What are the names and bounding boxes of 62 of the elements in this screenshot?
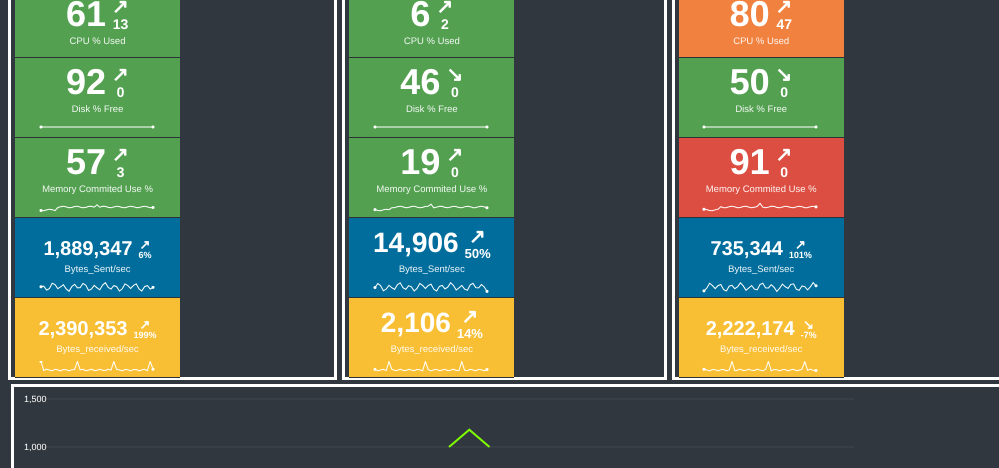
- trend-delta: 13: [112, 16, 128, 31]
- trend-arrow: ↗: [112, 64, 130, 85]
- trend-arrow: ↗: [776, 144, 793, 165]
- metric-value: 91: [730, 144, 770, 180]
- metric-value: 735,344: [710, 238, 783, 259]
- metric-label: Bytes_received/sec: [56, 342, 139, 357]
- metric-value: 1,889,347: [44, 238, 132, 259]
- metric-label: CPU % Used: [733, 34, 790, 49]
- y-axis-label: 1,500: [24, 394, 47, 404]
- metric-label: Memory Commited Use %: [706, 182, 817, 197]
- trend-arrow: ↗: [112, 144, 130, 165]
- metric-value: 46: [400, 64, 440, 100]
- trend-delta: 6%: [138, 250, 152, 260]
- trend-arrow: ↗: [776, 0, 793, 17]
- metric-label: CPU % Used: [404, 34, 460, 49]
- trend-delta: 0: [450, 164, 459, 179]
- metric-value: 80: [730, 0, 770, 32]
- trend-arrow: ↗: [446, 144, 464, 165]
- metric-value: 2,106: [380, 309, 451, 338]
- trend-delta: 3: [116, 164, 124, 179]
- metric-label: Bytes_Sent/sec: [398, 262, 465, 277]
- trend-delta: 50%: [464, 246, 491, 260]
- metric-value: 57: [66, 144, 106, 180]
- metric-label: Disk % Free: [735, 102, 788, 117]
- trend-arrow: ↗: [112, 0, 130, 17]
- metric-label: Bytes_Sent/sec: [728, 262, 794, 277]
- metric-value: 92: [66, 64, 106, 100]
- metric-label: CPU % Used: [70, 34, 126, 49]
- trend-delta: 0: [450, 84, 459, 99]
- metric-label: Memory Commited Use %: [42, 182, 153, 197]
- trend-arrow: ↘: [803, 318, 814, 331]
- metric-label: Disk % Free: [406, 102, 458, 117]
- trend-arrow: ↗: [139, 318, 150, 331]
- trend-delta: 14%: [456, 326, 483, 340]
- metric-value: 6: [410, 0, 430, 32]
- trend-arrow: ↗: [469, 226, 486, 247]
- trend-delta: 199%: [133, 330, 156, 340]
- metric-label: Bytes_received/sec: [720, 342, 802, 357]
- trend-delta: 47: [776, 16, 792, 31]
- metric-label: Bytes_Sent/sec: [64, 262, 130, 277]
- trend-arrow: ↗: [139, 238, 150, 251]
- metric-value: 19: [400, 144, 440, 180]
- trend-arrow: ↗: [794, 238, 806, 251]
- trend-arrow: ↗: [436, 0, 454, 17]
- trend-arrow: ↘: [776, 64, 793, 85]
- metric-value: 50: [730, 64, 770, 100]
- trend-arrow: ↘: [446, 64, 464, 85]
- trend-delta: 0: [116, 84, 124, 99]
- metric-value: 2,222,174: [706, 318, 795, 339]
- metric-label: Memory Commited Use %: [376, 182, 488, 197]
- y-axis-label: 1,000: [24, 442, 47, 452]
- trend-arrow: ↗: [461, 306, 478, 327]
- metric-value: 14,906: [372, 229, 459, 258]
- trend-delta: -7%: [800, 330, 817, 340]
- metric-label: Bytes_received/sec: [390, 342, 474, 357]
- trend-delta: 101%: [788, 250, 812, 260]
- trend-delta: 0: [780, 84, 788, 99]
- metric-value: 61: [66, 0, 106, 32]
- trend-delta: 2: [440, 16, 449, 31]
- metric-value: 2,390,353: [38, 318, 128, 339]
- metric-label: Disk % Free: [72, 102, 124, 117]
- trend-delta: 0: [780, 164, 788, 179]
